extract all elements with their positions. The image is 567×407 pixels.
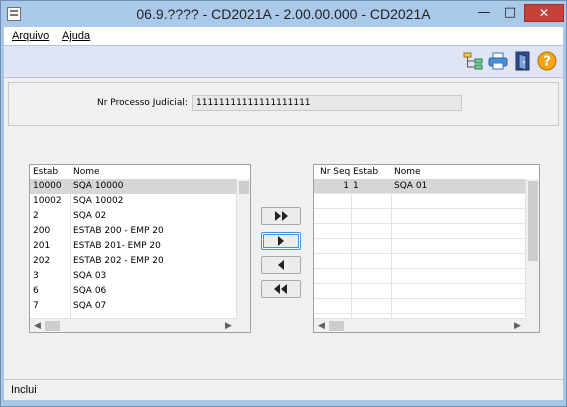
table-row[interactable]: 2 SQA 02 bbox=[30, 209, 236, 224]
maximize-button[interactable]: □ bbox=[497, 4, 523, 22]
cell-estab: 1 bbox=[353, 181, 359, 191]
empty-row bbox=[314, 239, 525, 254]
table-row[interactable]: 200 ESTAB 200 - EMP 20 bbox=[30, 224, 236, 239]
scroll-right-icon[interactable]: ▶ bbox=[514, 321, 521, 331]
title-bar: 06.9.???? - CD2021A - 2.00.00.000 - CD20… bbox=[1, 1, 566, 27]
cell-nome: SQA 06 bbox=[73, 286, 107, 296]
main-window: 06.9.???? - CD2021A - 2.00.00.000 - CD20… bbox=[0, 0, 567, 407]
process-label: Nr Processo Judicial: bbox=[97, 98, 188, 108]
cell-estab: 3 bbox=[33, 271, 39, 281]
menu-ajuda[interactable]: Ajuda bbox=[62, 30, 90, 42]
col-nome[interactable]: Nome bbox=[73, 165, 100, 179]
table-row[interactable]: 10002 SQA 10002 bbox=[30, 194, 236, 209]
minimize-button[interactable]: — bbox=[471, 4, 497, 22]
content-area: Nr Processo Judicial: 111111111111111111… bbox=[4, 78, 563, 379]
empty-row bbox=[314, 194, 525, 209]
cell-estab: 10002 bbox=[33, 196, 62, 206]
cell-nome: ESTAB 200 - EMP 20 bbox=[73, 226, 164, 236]
col-estab[interactable]: Estab bbox=[33, 165, 58, 179]
right-list-header: Nr Seq Estab Nome bbox=[314, 165, 525, 179]
help-icon[interactable]: ? bbox=[537, 51, 557, 71]
cell-nome: SQA 01 bbox=[394, 181, 428, 191]
table-row[interactable]: 6 SQA 06 bbox=[30, 284, 236, 299]
table-row[interactable]: 201 ESTAB 201- EMP 20 bbox=[30, 239, 236, 254]
empty-row bbox=[314, 254, 525, 269]
status-bar: Inclui bbox=[4, 379, 563, 400]
right-vscroll[interactable] bbox=[525, 179, 539, 318]
scroll-right-icon[interactable]: ▶ bbox=[225, 321, 232, 331]
cell-nome: ESTAB 202 - EMP 20 bbox=[73, 256, 164, 266]
printer-icon[interactable] bbox=[488, 51, 508, 71]
cell-nome: SQA 07 bbox=[73, 301, 107, 311]
process-panel: Nr Processo Judicial: 111111111111111111… bbox=[8, 82, 559, 126]
cell-nome: ESTAB 201- EMP 20 bbox=[73, 241, 161, 251]
toolbar: ? bbox=[4, 45, 563, 78]
svg-text:?: ? bbox=[543, 55, 551, 70]
left-list-header: Estab Nome bbox=[30, 165, 236, 179]
move-left-button[interactable] bbox=[261, 256, 301, 274]
scroll-left-icon[interactable]: ◀ bbox=[34, 321, 41, 331]
table-row[interactable]: 7 SQA 07 bbox=[30, 299, 236, 314]
col-nome[interactable]: Nome bbox=[394, 165, 421, 179]
close-button[interactable]: ✕ bbox=[524, 4, 564, 22]
right-hscroll[interactable]: ◀ ▶ bbox=[314, 318, 525, 332]
table-row[interactable]: 10000 SQA 10000 bbox=[30, 179, 236, 194]
menu-arquivo[interactable]: Arquivo bbox=[12, 30, 49, 42]
menu-bar: Arquivo Ajuda bbox=[4, 27, 563, 45]
table-row[interactable]: 202 ESTAB 202 - EMP 20 bbox=[30, 254, 236, 269]
col-estab[interactable]: Estab bbox=[353, 165, 378, 179]
cell-nr-seq: 1 bbox=[343, 181, 349, 191]
cell-estab: 6 bbox=[33, 286, 39, 296]
cell-estab: 10000 bbox=[33, 181, 62, 191]
empty-row bbox=[314, 299, 525, 314]
cell-nome: SQA 02 bbox=[73, 211, 107, 221]
available-estab-list[interactable]: Estab Nome 10000 SQA 10000 10002 SQA 10002 2… bbox=[29, 164, 251, 333]
table-row[interactable]: 3 SQA 03 bbox=[30, 269, 236, 284]
cell-estab: 202 bbox=[33, 256, 51, 266]
cell-nome: SQA 03 bbox=[73, 271, 107, 281]
cell-estab: 2 bbox=[33, 211, 39, 221]
left-hscroll[interactable]: ◀ ▶ bbox=[30, 318, 236, 332]
move-all-left-button[interactable] bbox=[261, 280, 301, 298]
empty-row bbox=[314, 224, 525, 239]
cell-estab: 200 bbox=[33, 226, 51, 236]
move-all-right-button[interactable] bbox=[261, 207, 301, 225]
cell-nome: SQA 10000 bbox=[73, 181, 124, 191]
process-field: 11111111111111111111 bbox=[192, 95, 462, 111]
cell-estab: 201 bbox=[33, 241, 51, 251]
tree-icon[interactable] bbox=[463, 51, 483, 71]
table-row[interactable]: 1 1 SQA 01 bbox=[314, 179, 525, 194]
selected-estab-list[interactable]: Nr Seq Estab Nome 1 1 SQA 01 ◀ ▶ bbox=[313, 164, 540, 333]
empty-row bbox=[314, 284, 525, 299]
cell-nome: SQA 10002 bbox=[73, 196, 124, 206]
move-right-button[interactable] bbox=[261, 232, 301, 250]
cell-estab: 7 bbox=[33, 301, 39, 311]
empty-row bbox=[314, 269, 525, 284]
exit-door-icon[interactable] bbox=[513, 51, 533, 71]
col-nr-seq[interactable]: Nr Seq bbox=[320, 165, 350, 179]
left-vscroll[interactable] bbox=[236, 179, 250, 318]
empty-row bbox=[314, 209, 525, 224]
scroll-left-icon[interactable]: ◀ bbox=[318, 321, 325, 331]
